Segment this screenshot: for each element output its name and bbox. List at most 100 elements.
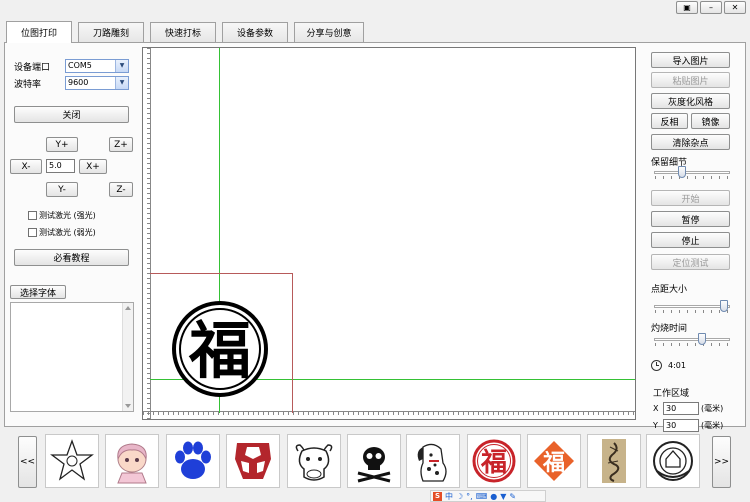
- fu-seal-icon: 福: [172, 301, 268, 397]
- gallery-prev-button[interactable]: <<: [18, 436, 37, 488]
- dot-size-label: 点距大小: [651, 285, 688, 295]
- canvas-seal-image[interactable]: 福: [171, 300, 269, 398]
- tab-quick-mark[interactable]: 快速打标: [150, 22, 216, 42]
- scroll-down-icon[interactable]: [125, 404, 131, 408]
- test-weak-label: 测试激光 (弱光): [39, 228, 96, 237]
- dot-size-slider-ticks: [655, 310, 731, 313]
- clean-noise-button[interactable]: 清除杂点: [651, 134, 730, 150]
- burn-time-slider-ticks: [655, 343, 731, 346]
- work-y-label: Y: [653, 421, 658, 430]
- test-strong-label: 测试激光 (强光): [39, 211, 96, 220]
- gallery-next-button[interactable]: >>: [712, 436, 731, 488]
- skull-crossbones-icon: [357, 447, 391, 483]
- mirror-button[interactable]: 镜像: [691, 113, 730, 129]
- port-value: COM5: [68, 61, 92, 70]
- port-select[interactable]: COM5 ▼: [65, 59, 129, 73]
- x-minus-button[interactable]: X-: [10, 159, 42, 174]
- port-label: 设备端口: [14, 63, 51, 73]
- test-strong-checkbox[interactable]: [28, 211, 37, 220]
- gallery-item-robot-emblem[interactable]: [226, 434, 280, 488]
- window-controls: ▣ – ✕: [676, 1, 748, 14]
- gallery-fu-char: 福: [480, 448, 507, 478]
- restore-button[interactable]: ▣: [676, 1, 698, 14]
- burn-time-label: 灼烧时间: [651, 324, 688, 334]
- time-remaining: 4:01: [668, 361, 686, 370]
- font-list[interactable]: [10, 302, 134, 412]
- grayscale-style-button[interactable]: 灰度化风格: [651, 93, 730, 109]
- baud-value: 9600: [68, 78, 89, 87]
- ime-moon-icon: ☽: [456, 491, 464, 501]
- close-window-button[interactable]: ✕: [724, 1, 746, 14]
- baud-label: 波特率: [14, 80, 42, 90]
- work-y-unit: (毫米): [701, 421, 724, 430]
- fu-seal-red-icon: 福: [472, 439, 516, 483]
- ime-punct-icon: °,: [466, 491, 473, 501]
- ime-wrench-icon: ✎: [509, 491, 517, 501]
- clock-icon: [651, 360, 662, 371]
- work-canvas[interactable]: 福: [142, 47, 636, 420]
- close-port-button[interactable]: 关闭: [14, 106, 129, 123]
- gallery-fu-diamond-char: 福: [542, 451, 565, 476]
- gallery-item-cartoon-girl[interactable]: [105, 434, 159, 488]
- badge-emblem-icon: [653, 441, 693, 481]
- canvas-fu-char: 福: [188, 314, 251, 387]
- tab-bitmap-print[interactable]: 位图打印: [6, 21, 72, 43]
- gallery-item-badge-emblem[interactable]: [646, 434, 700, 488]
- paw-print-icon: [175, 441, 211, 479]
- import-image-button[interactable]: 导入图片: [651, 52, 730, 68]
- z-plus-button[interactable]: Z+: [109, 137, 133, 152]
- chevron-down-icon: ▼: [115, 77, 128, 89]
- ime-toolbar[interactable]: S 中 ☽ °, ⌨ ● ▼ ✎: [430, 490, 546, 502]
- y-minus-button[interactable]: Y-: [46, 182, 78, 197]
- gallery-item-cow-head[interactable]: [287, 434, 341, 488]
- pause-button[interactable]: 暂停: [651, 211, 730, 227]
- test-weak-checkbox[interactable]: [28, 228, 37, 237]
- dragon-scroll-icon: [602, 439, 626, 483]
- gallery-item-dragon-scroll[interactable]: [587, 434, 641, 488]
- burn-time-slider-track[interactable]: [654, 338, 730, 341]
- dot-size-slider-track[interactable]: [654, 305, 730, 308]
- stop-button[interactable]: 停止: [651, 232, 730, 248]
- z-minus-button[interactable]: Z-: [109, 182, 133, 197]
- gallery-item-skull-crossbones[interactable]: [347, 434, 401, 488]
- tab-share-create[interactable]: 分享与创意: [294, 22, 364, 42]
- ime-user-icon: ●: [490, 491, 498, 501]
- robot-emblem-icon: [235, 443, 271, 479]
- detail-slider-thumb[interactable]: [677, 166, 686, 178]
- burn-time-slider-thumb[interactable]: [698, 333, 707, 345]
- y-plus-button[interactable]: Y+: [46, 137, 78, 152]
- tutorial-button[interactable]: 必看教程: [14, 249, 129, 266]
- gallery-item-star-sketch[interactable]: [45, 434, 99, 488]
- baud-select[interactable]: 9600 ▼: [65, 76, 129, 90]
- ime-s-icon: S: [433, 491, 442, 501]
- ime-shirt-icon: ▼: [500, 491, 507, 501]
- gallery-item-fu-diamond[interactable]: 福: [527, 434, 581, 488]
- step-input[interactable]: 5.0: [46, 159, 75, 173]
- gallery-item-fu-seal[interactable]: 福: [467, 434, 521, 488]
- gallery-item-paw-print[interactable]: [166, 434, 220, 488]
- start-button[interactable]: 开始: [651, 190, 730, 206]
- tab-device-params[interactable]: 设备参数: [222, 22, 288, 42]
- scroll-up-icon[interactable]: [125, 306, 131, 310]
- select-font-button[interactable]: 选择字体: [10, 285, 66, 299]
- tab-toolpath-engrave[interactable]: 刀路雕刻: [78, 22, 144, 42]
- work-y-input[interactable]: 30: [663, 419, 699, 432]
- font-list-scrollbar[interactable]: [122, 303, 133, 411]
- cartoon-girl-icon: [117, 443, 147, 484]
- minimize-button[interactable]: –: [700, 1, 722, 14]
- invert-button[interactable]: 反相: [651, 113, 688, 129]
- paste-image-button[interactable]: 粘贴图片: [651, 72, 730, 88]
- dot-size-slider-thumb[interactable]: [719, 300, 728, 312]
- ime-lang-label: 中: [445, 491, 453, 501]
- chevron-down-icon: ▼: [115, 60, 128, 72]
- detail-slider-track[interactable]: [654, 171, 730, 174]
- locate-test-button[interactable]: 定位测试: [651, 254, 730, 270]
- gallery-item-dalmatian[interactable]: [406, 434, 460, 488]
- work-x-input[interactable]: 30: [663, 402, 699, 415]
- cow-head-icon: [295, 444, 333, 481]
- fu-diamond-icon: 福: [534, 441, 574, 481]
- work-x-label: X: [653, 404, 659, 413]
- x-plus-button[interactable]: X+: [79, 159, 107, 174]
- star-sketch-icon: [50, 439, 94, 481]
- work-x-unit: (毫米): [701, 404, 724, 413]
